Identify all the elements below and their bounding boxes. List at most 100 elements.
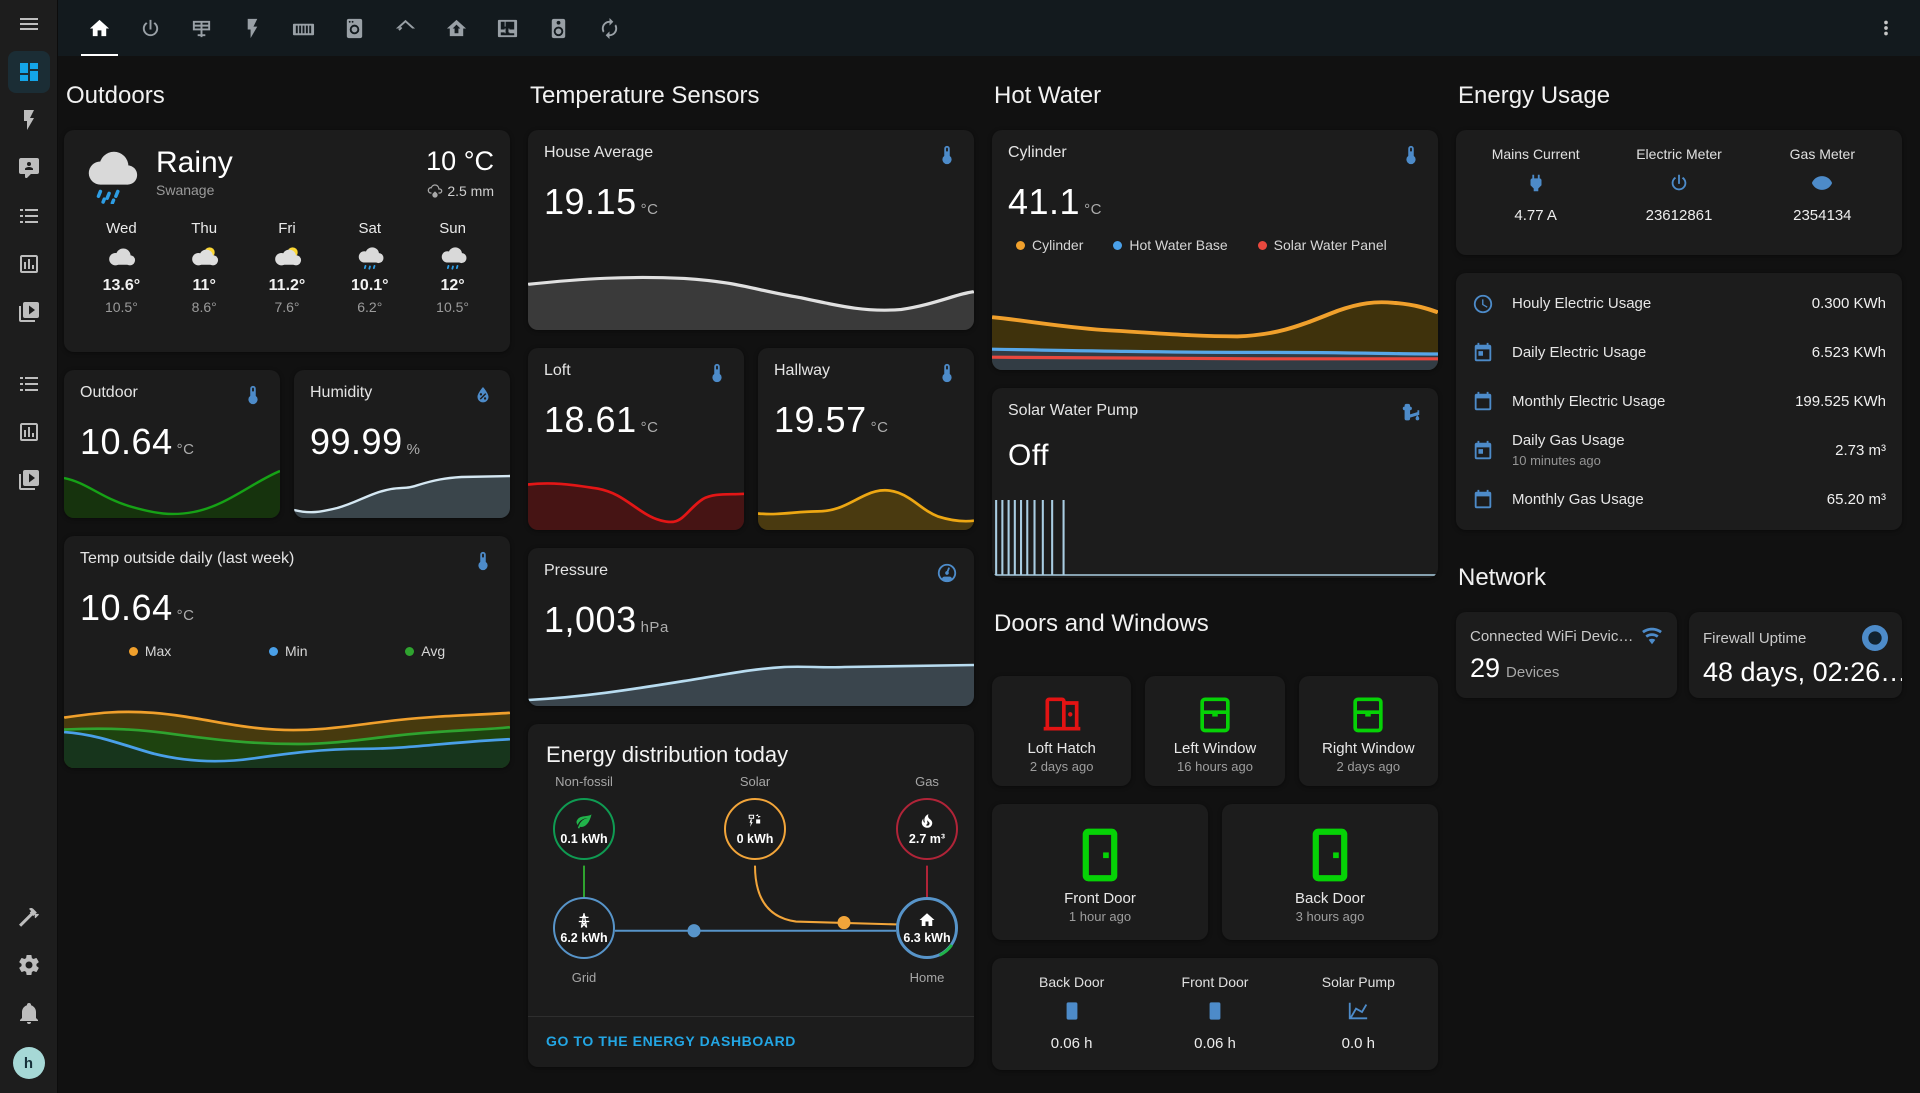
sidebar-item-todo-2[interactable] (8, 363, 50, 405)
column-energy-usage: Energy Usage Mains Current 4.77 A Electr… (1456, 78, 1902, 1093)
sidebar-item-assist[interactable] (8, 147, 50, 189)
sidebar-item-notifications[interactable] (8, 992, 50, 1034)
fire-icon (918, 812, 936, 830)
overflow-menu-icon[interactable] (1866, 8, 1906, 48)
hourly-electric-row[interactable]: Houly Electric Usage 0.300 KWh (1456, 279, 1902, 328)
calendar-today-icon (1472, 440, 1494, 462)
grid-node[interactable]: 6.2 kWh (553, 897, 615, 959)
tab-home-export[interactable] (431, 0, 482, 56)
wifi-devices-value: 29Devices (1470, 653, 1663, 684)
left-window-tile[interactable]: Left Window 16 hours ago (1145, 676, 1284, 786)
nonfossil-node[interactable]: 0.1 kWh (553, 798, 615, 860)
humidity-card[interactable]: Humidity 99.99% (294, 370, 510, 518)
gauge-icon (936, 562, 958, 589)
solar-water-pump-card[interactable]: Solar Water Pump Off (992, 388, 1438, 578)
monthly-gas-row[interactable]: Monthly Gas Usage 65.20 m³ (1456, 475, 1902, 524)
home-nonfossil-arc (896, 897, 961, 962)
wifi-devices-card[interactable]: Connected WiFi Devic… 29Devices (1456, 612, 1677, 698)
solar-pump-stat[interactable]: Solar Pump 0.0 h (1287, 974, 1430, 1052)
forecast-day: Thu 11° 8.6° (163, 220, 246, 315)
gas-meter-item[interactable]: Gas Meter 2354134 (1751, 146, 1894, 241)
calendar-blank-icon (1472, 489, 1494, 511)
front-door-stat[interactable]: Front Door 0.06 h (1143, 974, 1286, 1052)
tab-speakers[interactable] (533, 0, 584, 56)
gear-icon (17, 953, 41, 977)
sidebar-item-media[interactable] (8, 291, 50, 333)
house-average-sparkline (528, 258, 974, 330)
cylinder-card[interactable]: Cylinder 41.1°C Cylinder Hot Water Base … (992, 130, 1438, 370)
leaf-icon (575, 812, 593, 830)
outdoor-temp-card[interactable]: Outdoor 10.64°C (64, 370, 280, 518)
solar-panel-icon (190, 17, 213, 40)
monthly-electric-row[interactable]: Monthly Electric Usage 199.525 KWh (1456, 377, 1902, 426)
electric-meter-item[interactable]: Electric Meter 23612861 (1607, 146, 1750, 241)
forecast-day: Sun 12° 10.5° (411, 220, 494, 315)
rainy-icon (435, 243, 471, 273)
sidebar-item-todo[interactable] (8, 195, 50, 237)
menu-icon[interactable] (8, 3, 50, 45)
energy-dashboard-link[interactable]: GO TO THE ENERGY DASHBOARD (544, 1017, 958, 1051)
tab-power[interactable] (125, 0, 176, 56)
tab-heating[interactable] (278, 0, 329, 56)
column-hot-water: Hot Water Cylinder 41.1°C Cylinder Hot W… (992, 78, 1438, 1093)
daily-electric-row[interactable]: Daily Electric Usage 6.523 KWh (1456, 328, 1902, 377)
flash-icon (241, 17, 264, 40)
sidebar-item-media-2[interactable] (8, 459, 50, 501)
power-icon (1607, 172, 1750, 199)
back-door-tile[interactable]: Back Door 3 hours ago (1222, 804, 1438, 940)
tab-attic[interactable] (380, 0, 431, 56)
washing-machine-icon (343, 17, 366, 40)
tab-floorplan[interactable] (482, 0, 533, 56)
column-outdoors: Outdoors Rainy Swanage (64, 78, 510, 1093)
humidity-sparkline (294, 462, 510, 518)
pressure-card[interactable]: Pressure 1,003hPa (528, 548, 974, 706)
tab-energy[interactable] (227, 0, 278, 56)
home-assistant-app: h Outdoors (0, 0, 1920, 1093)
weather-card[interactable]: Rainy Swanage 10 °C 2.5 mm Wed (64, 130, 510, 352)
temp-week-card[interactable]: Temp outside daily (last week) 10.64°C M… (64, 536, 510, 768)
calendar-blank-icon (1472, 391, 1494, 413)
meters-glance-card: Mains Current 4.77 A Electric Meter 2361… (1456, 130, 1902, 255)
speaker-icon (547, 17, 570, 40)
back-door-stat[interactable]: Back Door 0.06 h (1000, 974, 1143, 1052)
voice-account-icon (17, 156, 41, 180)
radiator-icon (292, 17, 315, 40)
daily-gas-row[interactable]: Daily Gas Usage10 minutes ago 2.73 m³ (1456, 426, 1902, 475)
sidebar-item-energy[interactable] (8, 99, 50, 141)
flash-icon (17, 108, 41, 132)
solar-power-icon (746, 812, 764, 830)
firewall-uptime-card[interactable]: Firewall Uptime 48 days, 02:26… (1689, 612, 1902, 698)
sidebar-item-history-2[interactable] (8, 411, 50, 453)
partly-sunny-icon (269, 243, 305, 273)
loft-card[interactable]: Loft 18.61°C (528, 348, 744, 530)
sidebar-item-dashboard[interactable] (8, 51, 50, 93)
home-icon (88, 17, 111, 40)
forecast-day: Sat 10.1° 6.2° (328, 220, 411, 315)
energy-distribution-title: Energy distribution today (546, 742, 958, 768)
grid-label: Grid (572, 970, 597, 985)
user-avatar[interactable]: h (13, 1047, 45, 1079)
chart-box-icon (17, 252, 41, 276)
sidebar-item-developer-tools[interactable] (8, 896, 50, 938)
house-average-card[interactable]: House Average 19.15°C (528, 130, 974, 330)
eye-icon (1751, 172, 1894, 199)
gas-node[interactable]: 2.7 m³ (896, 798, 958, 860)
chart-box-icon (17, 420, 41, 444)
solar-node[interactable]: 0 kWh (724, 798, 786, 860)
water-pump-icon (1400, 402, 1422, 429)
bell-icon (17, 1001, 41, 1025)
outdoors-title: Outdoors (66, 82, 510, 110)
right-window-tile[interactable]: Right Window 2 days ago (1299, 676, 1438, 786)
hallway-card[interactable]: Hallway 19.57°C (758, 348, 974, 530)
front-door-tile[interactable]: Front Door 1 hour ago (992, 804, 1208, 940)
sidebar-item-history[interactable] (8, 243, 50, 285)
tab-updates[interactable] (584, 0, 635, 56)
tab-solar[interactable] (176, 0, 227, 56)
mains-current-item[interactable]: Mains Current 4.77 A (1464, 146, 1607, 241)
rainy-weather-icon (80, 146, 144, 204)
main-area: Outdoors Rainy Swanage (58, 0, 1920, 1093)
tab-home[interactable] (74, 0, 125, 56)
tab-laundry[interactable] (329, 0, 380, 56)
loft-hatch-tile[interactable]: Loft Hatch 2 days ago (992, 676, 1131, 786)
sidebar-item-settings[interactable] (8, 944, 50, 986)
